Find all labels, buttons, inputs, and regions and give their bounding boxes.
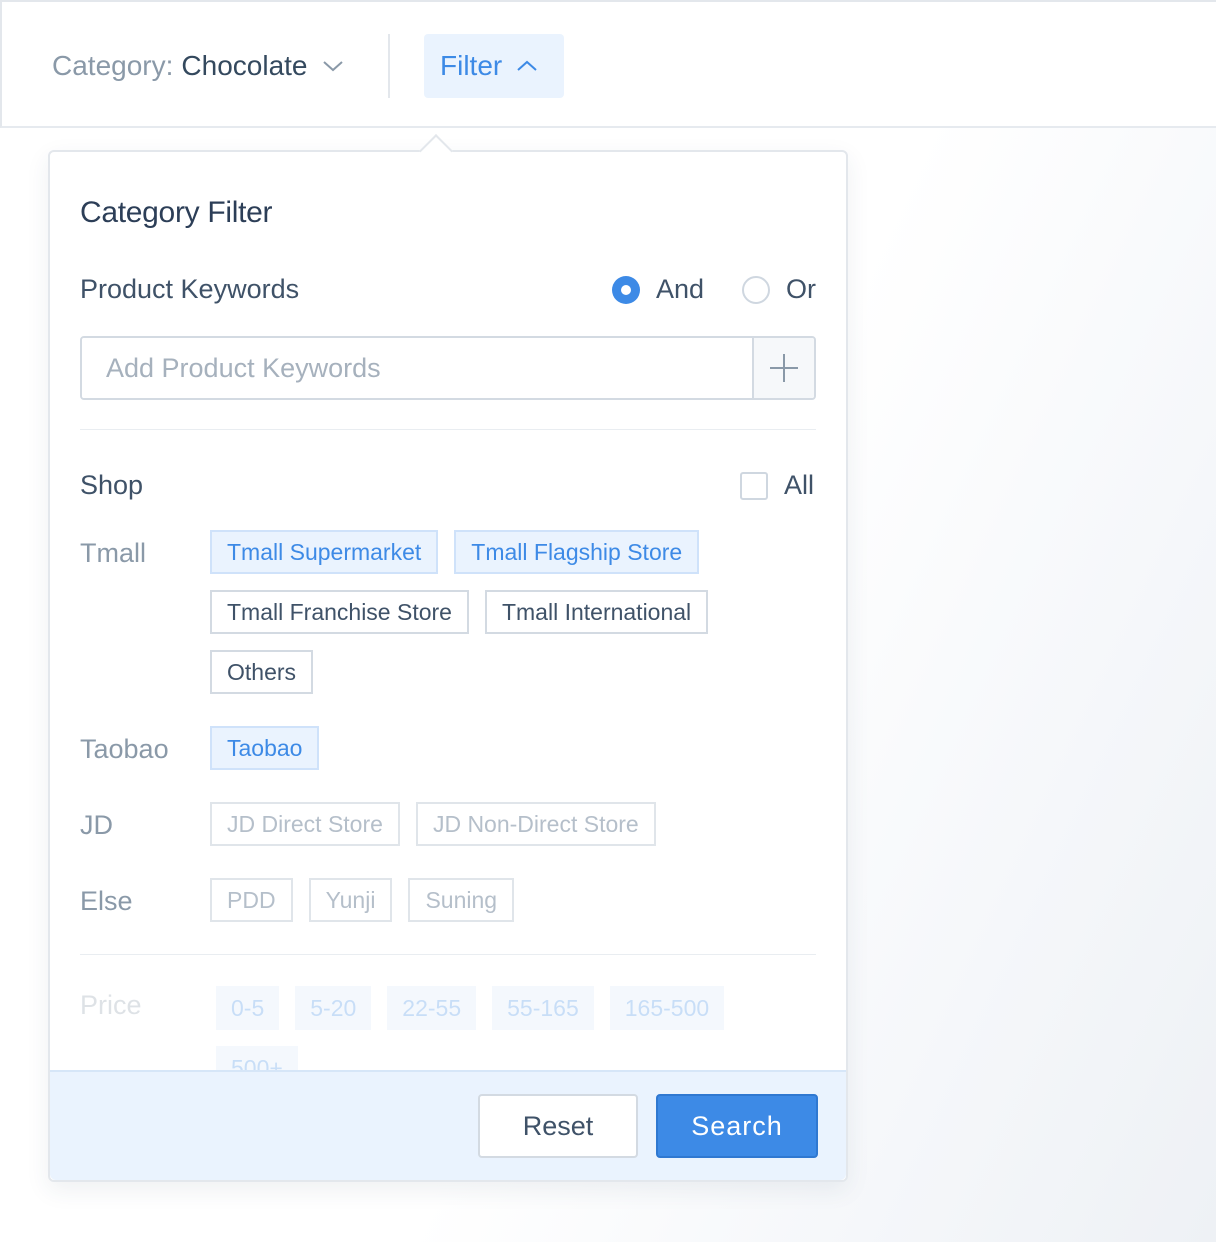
- shop-tag[interactable]: JD Direct Store: [210, 802, 400, 846]
- shop-group-tags-jd: JD Direct Store JD Non-Direct Store: [210, 802, 656, 846]
- shop-tag[interactable]: Suning: [408, 878, 515, 922]
- product-keywords-label: Product Keywords: [80, 274, 300, 304]
- price-tag[interactable]: 0-5: [216, 986, 280, 1030]
- shop-tag[interactable]: Tmall International: [484, 590, 709, 634]
- shop-all-checkbox[interactable]: All: [740, 470, 814, 501]
- filter-button[interactable]: Filter: [424, 34, 564, 98]
- keyword-input-group: [80, 336, 816, 400]
- shop-tag[interactable]: Tmall Supermarket: [210, 530, 439, 574]
- price-label: Price: [80, 990, 142, 1020]
- shop-group-tags-tmall: Tmall Supermarket Tmall Flagship Store T…: [210, 530, 810, 694]
- radio-or-indicator: [742, 275, 770, 304]
- radio-and-label: And: [656, 274, 705, 304]
- toolbar-divider: [388, 34, 390, 98]
- section-divider: [80, 429, 816, 430]
- shop-group-tags-taobao: Taobao: [210, 726, 320, 770]
- price-tags: 0-5 5-20 22-55 55-165 165-500 500+: [216, 986, 816, 1072]
- filter-panel: Category Filter Product Keywords And Or …: [48, 134, 848, 1182]
- radio-and[interactable]: And: [612, 274, 704, 305]
- category-select-value: Chocolate: [181, 50, 308, 81]
- shop-tag[interactable]: Others: [210, 650, 314, 694]
- panel-caret: [419, 134, 453, 168]
- top-bar: Category: Chocolate Filter: [0, 0, 1216, 128]
- shop-group-label-jd: JD: [80, 810, 113, 840]
- shop-tag[interactable]: Taobao: [210, 726, 320, 770]
- shop-tag[interactable]: PDD: [210, 878, 293, 922]
- shop-group-tags-else: PDD Yunji Suning: [210, 878, 515, 922]
- panel-footer: Reset Search: [50, 1070, 846, 1180]
- radio-or-label: Or: [786, 274, 816, 304]
- shop-tag[interactable]: JD Non-Direct Store: [415, 802, 656, 846]
- radio-and-indicator: [612, 275, 640, 304]
- shop-group-label-taobao: Taobao: [80, 734, 169, 764]
- radio-or[interactable]: Or: [742, 274, 816, 305]
- shop-group-label-else: Else: [80, 886, 133, 916]
- shop-group-label-tmall: Tmall: [80, 538, 146, 568]
- shop-tag[interactable]: Yunji: [308, 878, 393, 922]
- plus-icon: [770, 354, 798, 382]
- shop-label: Shop: [80, 470, 144, 500]
- section-divider: [80, 954, 816, 955]
- price-tag[interactable]: 500+: [216, 1046, 298, 1072]
- add-keyword-button[interactable]: [752, 338, 814, 398]
- price-tag[interactable]: 22-55: [387, 986, 477, 1030]
- shop-all-label: All: [784, 470, 815, 500]
- shop-tag[interactable]: Tmall Franchise Store: [210, 590, 469, 634]
- price-tag[interactable]: 165-500: [609, 986, 725, 1030]
- chevron-up-icon: [516, 55, 538, 77]
- reset-button[interactable]: Reset: [478, 1094, 638, 1158]
- price-tag[interactable]: 5-20: [295, 986, 372, 1030]
- product-keywords-input[interactable]: [82, 338, 752, 398]
- filter-button-label: Filter: [440, 50, 503, 81]
- checkbox-box: [740, 471, 768, 500]
- chevron-down-icon: [322, 55, 344, 77]
- price-tag[interactable]: 55-165: [492, 986, 594, 1030]
- panel-title: Category Filter: [80, 196, 273, 229]
- shop-tag[interactable]: Tmall Flagship Store: [454, 530, 700, 574]
- price-section: Price 0-5 5-20 22-55 55-165 165-500 500+: [50, 972, 846, 1072]
- search-button[interactable]: Search: [656, 1094, 818, 1158]
- category-select[interactable]: Category: Chocolate: [52, 42, 344, 90]
- category-select-label: Category:: [52, 50, 174, 81]
